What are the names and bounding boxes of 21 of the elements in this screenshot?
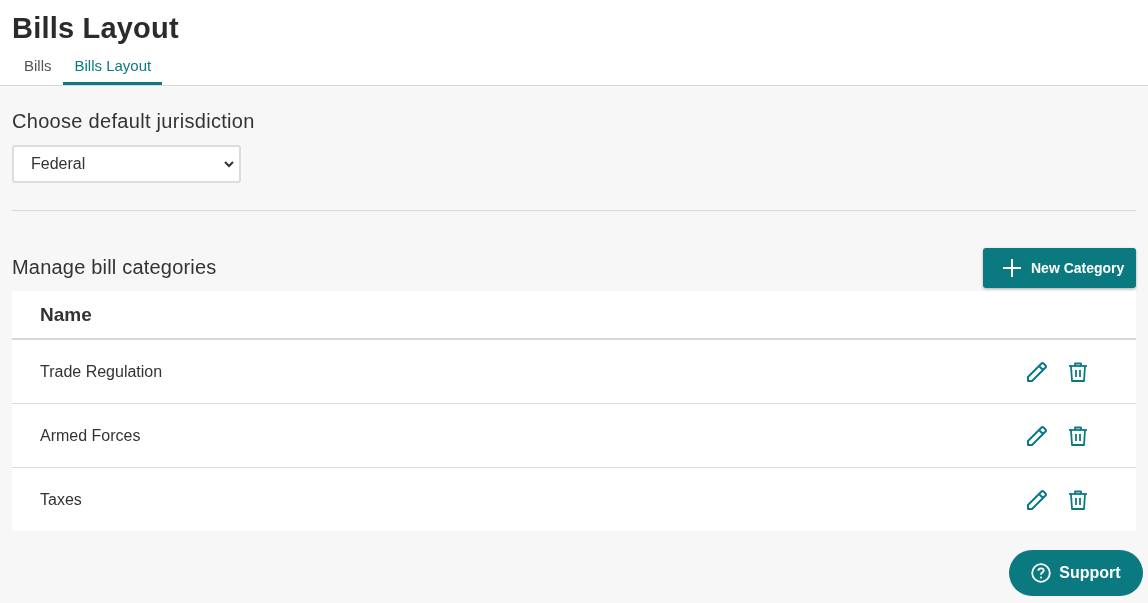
trash-icon[interactable] bbox=[1068, 489, 1088, 510]
pencil-icon[interactable] bbox=[1027, 425, 1047, 446]
trash-icon[interactable] bbox=[1068, 361, 1088, 382]
support-button[interactable]: Support bbox=[1009, 550, 1143, 596]
category-name: Armed Forces bbox=[40, 426, 141, 445]
new-category-button[interactable]: New Category bbox=[983, 248, 1136, 288]
jurisdiction-select[interactable]: Federal bbox=[12, 145, 241, 183]
category-name: Taxes bbox=[40, 490, 82, 509]
chevron-down-icon bbox=[224, 160, 234, 168]
plus-icon bbox=[1003, 259, 1021, 277]
tab[interactable]: Bills Layout bbox=[62, 53, 163, 85]
page-title: Bills Layout bbox=[12, 11, 179, 46]
section-heading: Manage bill categories bbox=[12, 255, 217, 279]
pencil-icon[interactable] bbox=[1027, 489, 1047, 510]
category-name: Trade Regulation bbox=[40, 362, 163, 381]
help-icon bbox=[1031, 563, 1052, 583]
trash-icon[interactable] bbox=[1068, 425, 1088, 446]
jurisdiction-label: Choose default jurisdiction bbox=[12, 109, 255, 133]
pencil-icon[interactable] bbox=[1027, 361, 1047, 382]
column-header: Name bbox=[40, 303, 92, 326]
tab[interactable]: Bills bbox=[12, 53, 63, 85]
